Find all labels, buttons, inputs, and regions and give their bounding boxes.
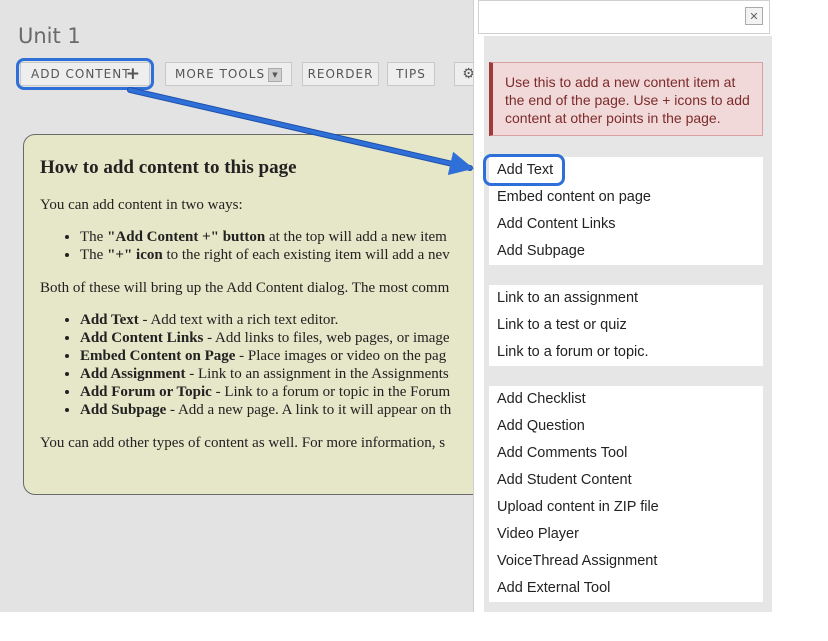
callout-arrow	[127, 87, 474, 176]
